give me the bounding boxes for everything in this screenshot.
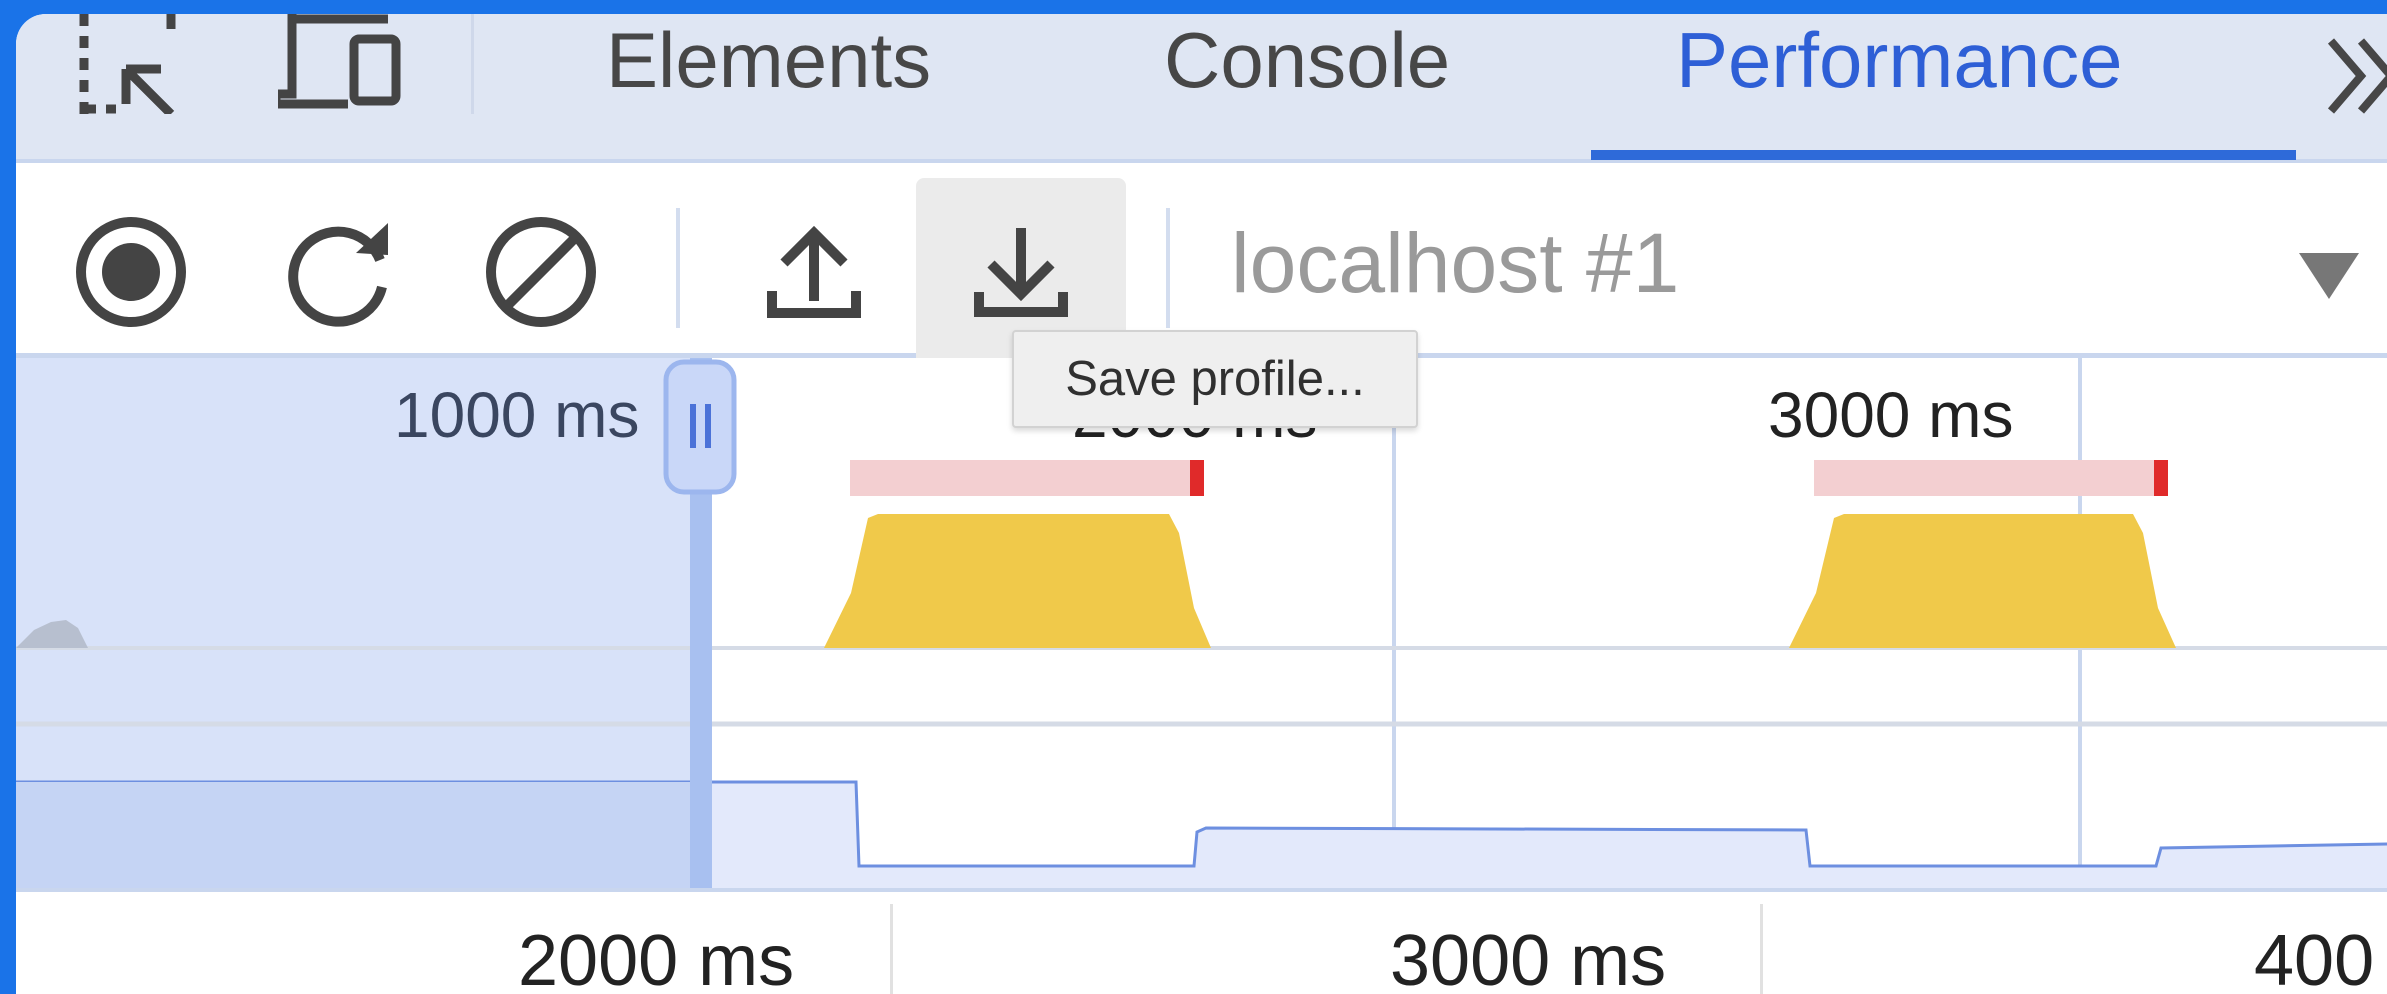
more-tabs-icon[interactable] <box>2326 36 2387 121</box>
performance-toolbar: localhost #1 <box>16 163 2387 368</box>
record-icon[interactable] <box>74 215 188 334</box>
clear-icon[interactable] <box>484 215 598 334</box>
toolbar-divider <box>1166 208 1170 328</box>
devtools-window: Elements Console Performance localhost #… <box>16 14 2387 994</box>
ruler-tick: 2000 ms <box>518 921 795 994</box>
tab-console[interactable]: Console <box>1164 14 1450 132</box>
reload-record-icon[interactable] <box>284 215 398 334</box>
load-profile-icon[interactable] <box>764 221 864 326</box>
target-select[interactable]: localhost #1 <box>1231 215 1679 312</box>
timeline-ruler: 2000 ms 3000 ms 400 <box>16 888 2387 994</box>
overview-tick: 1000 ms <box>394 379 640 451</box>
selection-handle <box>663 359 737 495</box>
ruler-divider <box>890 904 893 994</box>
long-task-marker <box>2154 460 2168 496</box>
save-profile-tooltip: Save profile... <box>1012 330 1418 428</box>
toolbar-divider <box>676 208 680 328</box>
tabbar-divider <box>471 14 474 114</box>
cpu-activity-area <box>824 514 1211 648</box>
tab-elements[interactable]: Elements <box>606 14 931 132</box>
long-task-bar <box>850 460 1202 496</box>
cpu-activity-area <box>1789 514 2176 648</box>
long-task-marker <box>1190 460 1204 496</box>
chevron-down-icon[interactable] <box>2299 253 2359 304</box>
inspect-element-icon[interactable] <box>76 14 186 119</box>
devtools-tab-bar: Elements Console Performance <box>16 14 2387 163</box>
long-task-bar <box>1814 460 2166 496</box>
tab-performance[interactable]: Performance <box>1676 14 2123 132</box>
active-tab-indicator <box>1591 150 2296 160</box>
timeline-overview[interactable]: 1000 ms 2000 ms 3000 ms <box>16 358 2387 888</box>
ruler-tick: 3000 ms <box>1390 921 1667 994</box>
device-toolbar-icon[interactable] <box>271 14 408 114</box>
save-profile-icon[interactable] <box>971 220 1071 325</box>
ruler-tick: 400 <box>2254 921 2375 994</box>
ruler-divider <box>1760 904 1763 994</box>
overview-tick: 3000 ms <box>1768 379 2014 451</box>
